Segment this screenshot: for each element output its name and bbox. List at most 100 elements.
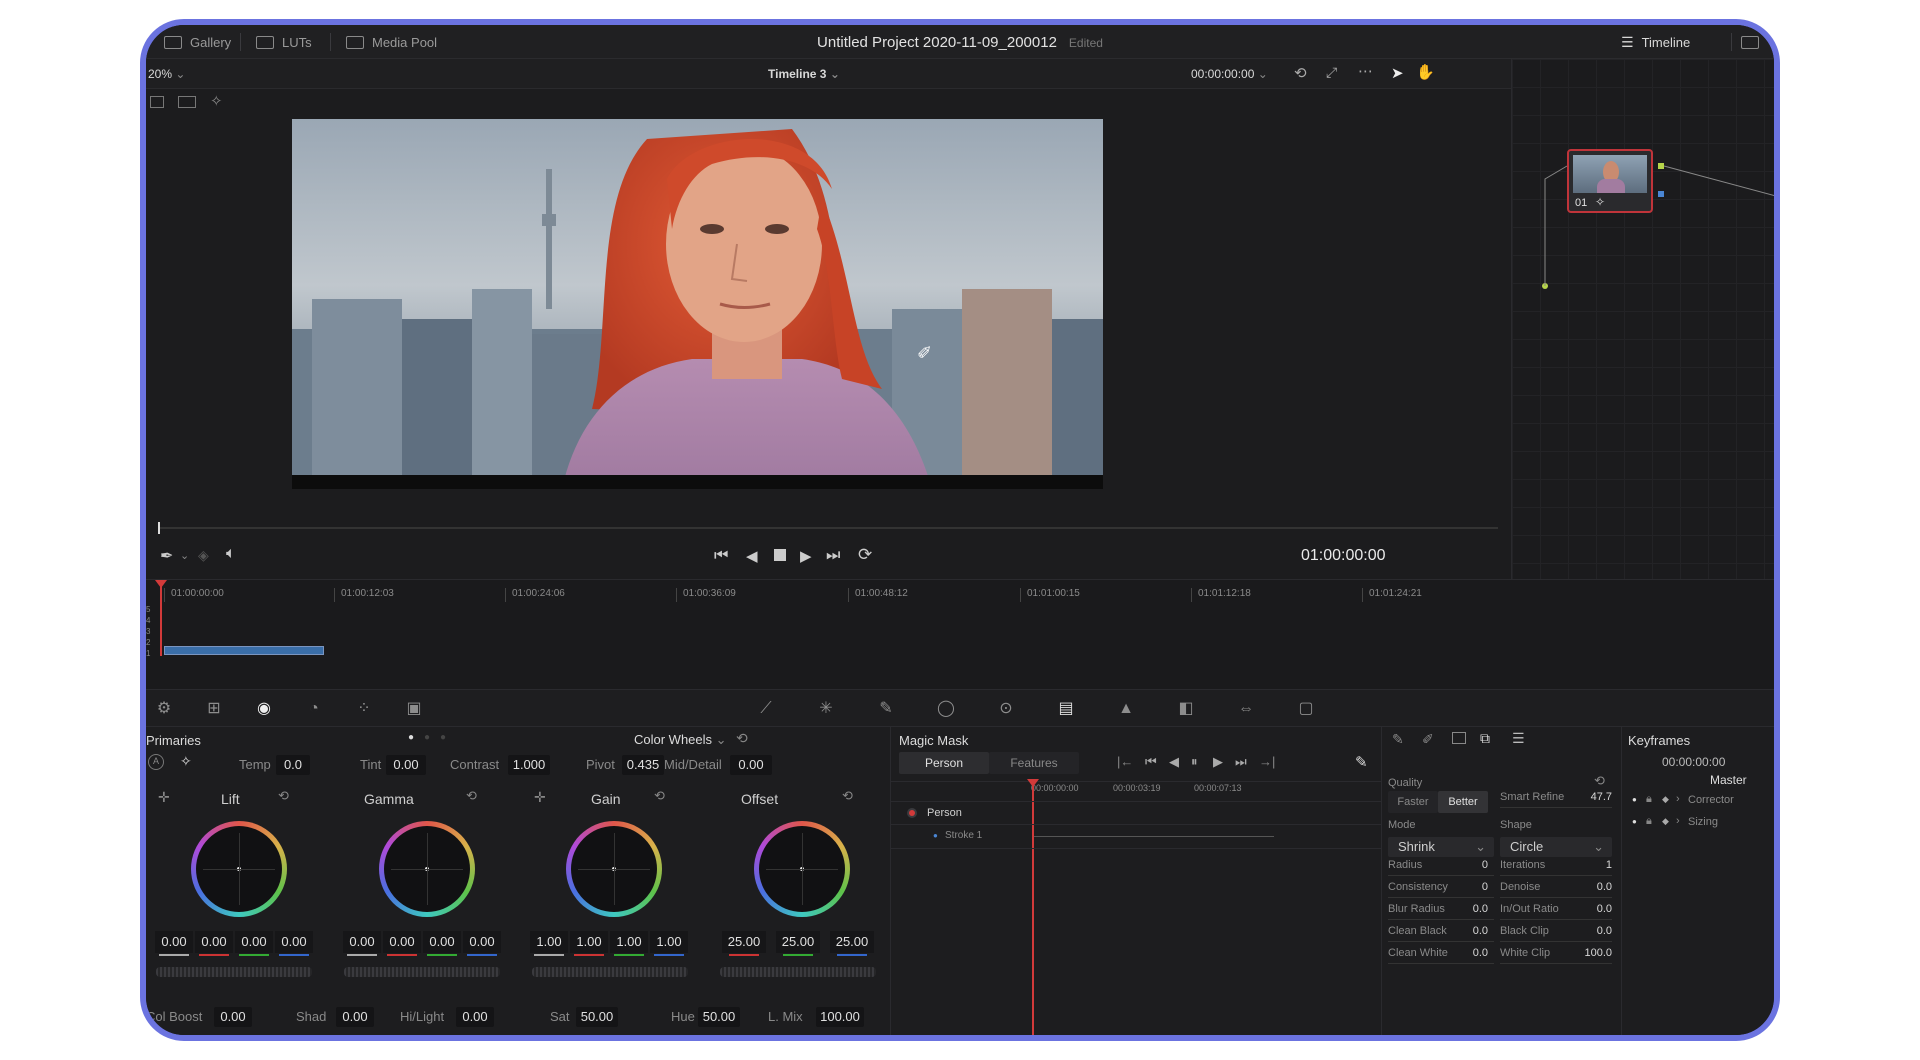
keyframe-row-sizing[interactable]: ● 🔒︎ ◆ › Sizing bbox=[1622, 813, 1774, 835]
hand-tool-icon[interactable]: ✋ bbox=[1416, 63, 1435, 81]
clip-icon-button[interactable] bbox=[1741, 25, 1759, 59]
blur-radius-value[interactable]: 0.0 bbox=[1448, 903, 1488, 915]
tab-timeline[interactable]: ☰ Timeline bbox=[1621, 25, 1690, 59]
color-warper-icon[interactable]: ✳ bbox=[816, 699, 836, 719]
stop-icon[interactable] bbox=[774, 549, 786, 561]
gain-picker-icon[interactable]: ✛ bbox=[534, 789, 546, 806]
clean-white-value[interactable]: 0.0 bbox=[1448, 947, 1488, 959]
consistency-value[interactable]: 0 bbox=[1448, 881, 1488, 893]
video-frame[interactable]: ✐ bbox=[292, 119, 1103, 489]
timecode-dropdown[interactable]: 00:00:00:00 ⌄ bbox=[1191, 67, 1268, 81]
expand-chevron-icon[interactable]: › bbox=[1676, 793, 1680, 805]
offset-master-slider[interactable] bbox=[720, 967, 876, 977]
radius-value[interactable]: 0 bbox=[1448, 859, 1488, 871]
timeline-clip[interactable] bbox=[164, 646, 324, 655]
hdr-icon[interactable]: ◔ bbox=[304, 699, 324, 719]
sat-field[interactable]: 50.00 bbox=[576, 1007, 618, 1027]
features-tab[interactable]: Features bbox=[989, 752, 1079, 774]
settings-sliders-icon[interactable]: ☰ bbox=[1512, 730, 1525, 747]
reset-all-icon[interactable]: ⟲ bbox=[736, 730, 748, 747]
track-forward-frame-icon[interactable]: ▶ bbox=[1213, 754, 1223, 770]
volume-icon[interactable]: 🔈︎ bbox=[226, 545, 236, 563]
gamma-reset-icon[interactable]: ⟲ bbox=[466, 788, 477, 804]
3d-icon[interactable]: ▢ bbox=[1296, 699, 1316, 719]
gain-master-slider[interactable] bbox=[532, 967, 688, 977]
col-boost-field[interactable]: 0.00 bbox=[214, 1007, 252, 1027]
picker-tool-icon[interactable]: ✒ bbox=[160, 546, 173, 566]
viewer-scrubber[interactable] bbox=[158, 522, 1498, 534]
quality-better[interactable]: Better bbox=[1438, 791, 1488, 813]
erase-stroke-icon[interactable]: ✐ bbox=[1422, 731, 1434, 748]
temp-field[interactable]: 0.0 bbox=[276, 755, 310, 775]
picker-chevron-icon[interactable]: ⌄ bbox=[180, 549, 189, 562]
mask-track-stroke[interactable]: ● Stroke 1 bbox=[891, 825, 1381, 849]
go-to-start-icon[interactable]: |← bbox=[1117, 754, 1133, 769]
quality-mode-icon[interactable]: ✎ bbox=[1392, 731, 1404, 748]
timeline-selector[interactable]: Timeline 3 ⌄ bbox=[768, 67, 840, 81]
inout-ratio-value[interactable]: 0.0 bbox=[1572, 903, 1612, 915]
play-icon[interactable]: ▶ bbox=[800, 547, 812, 565]
offset-wheel[interactable] bbox=[754, 821, 850, 917]
expand-chevron-icon[interactable]: › bbox=[1676, 815, 1680, 827]
white-clip-value[interactable]: 100.0 bbox=[1572, 947, 1612, 959]
scrubber-handle[interactable] bbox=[158, 522, 160, 534]
go-to-end-icon[interactable]: →| bbox=[1259, 754, 1275, 769]
sizing-icon[interactable]: ⇔ bbox=[1236, 699, 1256, 719]
magic-wand-icon[interactable]: ✧ bbox=[210, 92, 223, 110]
lift-master-slider[interactable] bbox=[156, 967, 312, 977]
person-tab[interactable]: Person bbox=[899, 752, 989, 774]
tint-field[interactable]: 0.00 bbox=[386, 755, 426, 775]
curves-icon[interactable]: ⟋ bbox=[756, 699, 776, 719]
pivot-field[interactable]: 0.435 bbox=[622, 755, 664, 775]
more-options-icon[interactable]: ⋯ bbox=[1358, 62, 1373, 80]
lock-icon[interactable]: 🔒︎ bbox=[1646, 793, 1652, 806]
grid-view-icon[interactable] bbox=[178, 96, 196, 108]
color-match-icon[interactable]: ⊞ bbox=[204, 699, 224, 719]
fullscreen-icon[interactable]: ⤢ bbox=[1326, 64, 1337, 81]
qualifier-icon[interactable]: ✎ bbox=[876, 699, 896, 719]
loop-icon[interactable]: ⟲ bbox=[1294, 64, 1307, 82]
mode-dropdown[interactable]: Shrink ⌄ bbox=[1388, 837, 1494, 857]
mask-view-icon[interactable]: ⧉ bbox=[1480, 730, 1490, 747]
magic-mask-icon[interactable]: ▤ bbox=[1056, 699, 1076, 719]
hi-light-field[interactable]: 0.00 bbox=[456, 1007, 494, 1027]
denoise-value[interactable]: 0.0 bbox=[1572, 881, 1612, 893]
tracker-icon[interactable]: ⊙ bbox=[996, 699, 1016, 719]
tab-media-pool[interactable]: Media Pool bbox=[346, 25, 437, 59]
loop-playback-icon[interactable]: ⟳ bbox=[858, 545, 872, 565]
gamma-master-slider[interactable] bbox=[344, 967, 500, 977]
pause-tracking-icon[interactable]: ⏸︎ bbox=[1191, 754, 1198, 770]
lift-wheel[interactable] bbox=[191, 821, 287, 917]
auto-balance-icon[interactable]: A bbox=[148, 754, 164, 770]
motion-effects-icon[interactable]: ▣ bbox=[404, 699, 424, 719]
offset-reset-icon[interactable]: ⟲ bbox=[842, 788, 853, 804]
keyframe-diamond-icon[interactable]: ◆ bbox=[1662, 794, 1669, 805]
gain-wheel[interactable] bbox=[566, 821, 662, 917]
track-reverse-icon[interactable]: ⏮︎ bbox=[1145, 754, 1157, 770]
skip-to-end-icon[interactable]: ⏭︎ bbox=[826, 547, 840, 565]
mask-settings-reset-icon[interactable]: ⟲ bbox=[1594, 773, 1605, 789]
gain-reset-icon[interactable]: ⟲ bbox=[654, 788, 665, 804]
black-clip-value[interactable]: 0.0 bbox=[1572, 925, 1612, 937]
hue-field[interactable]: 50.00 bbox=[698, 1007, 740, 1027]
page-dot[interactable]: ● bbox=[424, 732, 430, 743]
clean-black-value[interactable]: 0.0 bbox=[1448, 925, 1488, 937]
key-icon[interactable]: ◧ bbox=[1176, 699, 1196, 719]
skip-to-start-icon[interactable]: ⏮︎ bbox=[714, 547, 728, 565]
primaries-wheels-icon[interactable]: ◉ bbox=[254, 699, 274, 719]
shad-field[interactable]: 0.00 bbox=[336, 1007, 374, 1027]
iterations-value[interactable]: 1 bbox=[1572, 859, 1612, 871]
keyframe-row-corrector[interactable]: ● 🔒︎ ◆ › Corrector bbox=[1622, 791, 1774, 813]
playhead-marker[interactable] bbox=[155, 580, 167, 588]
page-dot[interactable]: ● bbox=[440, 732, 446, 743]
lift-reset-icon[interactable]: ⟲ bbox=[278, 788, 289, 804]
keyframe-diamond-icon[interactable]: ◆ bbox=[1662, 816, 1669, 827]
single-view-icon[interactable] bbox=[150, 96, 164, 108]
layer-icon[interactable]: ◈ bbox=[198, 547, 209, 564]
auto-color-icon[interactable]: ✧ bbox=[180, 753, 192, 770]
shape-dropdown[interactable]: Circle ⌄ bbox=[1500, 837, 1612, 857]
timeline-playhead[interactable] bbox=[160, 580, 162, 656]
window-icon[interactable]: ◯ bbox=[936, 699, 956, 719]
pointer-tool-icon[interactable]: ➤ bbox=[1391, 64, 1404, 82]
quality-faster[interactable]: Faster bbox=[1388, 791, 1438, 813]
